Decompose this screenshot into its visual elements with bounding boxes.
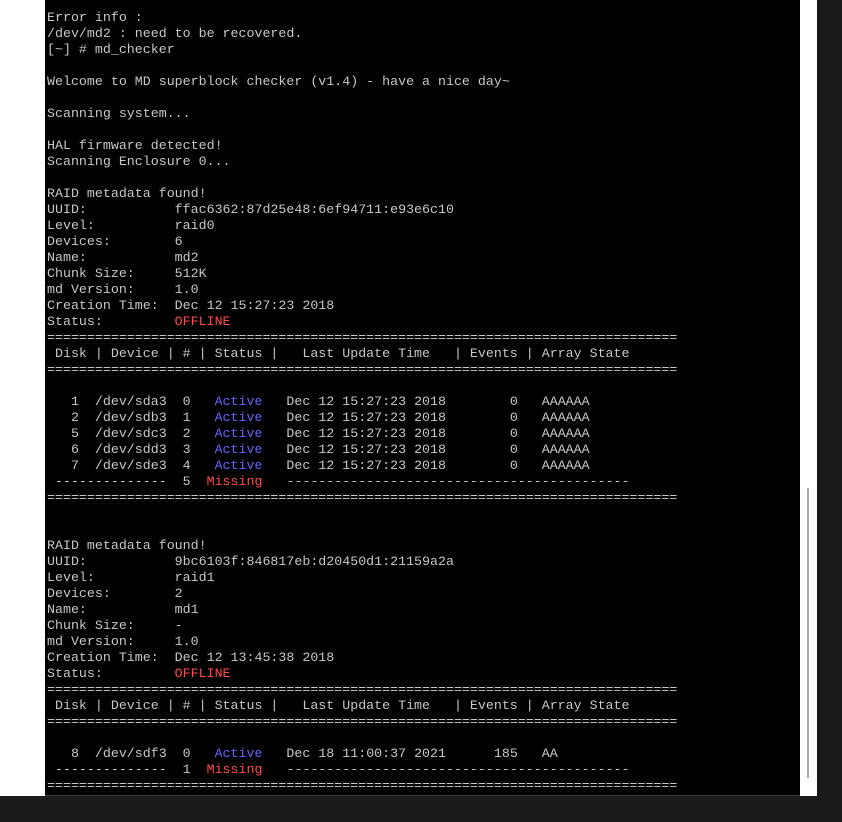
terminal-line: Chunk Size: 512K bbox=[47, 266, 207, 281]
terminal-line: ========================================… bbox=[47, 682, 678, 697]
status-missing: Missing bbox=[206, 762, 263, 777]
terminal-line: Level: raid0 bbox=[47, 218, 215, 233]
terminal-line: ========================================… bbox=[47, 714, 678, 729]
terminal-line: 5 /dev/sdc3 2 Active Dec 12 15:27:23 201… bbox=[47, 426, 590, 441]
terminal-line: Scanning Enclosure 0... bbox=[47, 154, 231, 169]
terminal-line: Disk | Device | # | Status | Last Update… bbox=[47, 698, 630, 713]
terminal-line: UUID: ffac6362:87d25e48:6ef94711:e93e6c1… bbox=[47, 202, 454, 217]
terminal-line: [~] # md_checker bbox=[47, 42, 175, 57]
terminal-line: Welcome to MD superblock checker (v1.4) … bbox=[47, 74, 510, 89]
terminal-line: Level: raid1 bbox=[47, 570, 215, 585]
terminal-line: Creation Time: Dec 12 13:45:38 2018 bbox=[47, 650, 335, 665]
status-active: Active bbox=[214, 746, 263, 761]
terminal-line: -------------- 1 Missing ---------------… bbox=[47, 762, 630, 777]
terminal-line: md Version: 1.0 bbox=[47, 634, 199, 649]
terminal-line: 8 /dev/sdf3 0 Active Dec 18 11:00:37 202… bbox=[47, 746, 558, 761]
terminal-line: Creation Time: Dec 12 15:27:23 2018 bbox=[47, 298, 335, 313]
terminal-line: 2 /dev/sdb3 1 Active Dec 12 15:27:23 201… bbox=[47, 410, 590, 425]
terminal-line: Devices: 6 bbox=[47, 234, 183, 249]
terminal-window: Error info :/dev/md2 : need to be recove… bbox=[0, 0, 817, 796]
terminal-line: Name: md1 bbox=[47, 602, 199, 617]
terminal-line: /dev/md2 : need to be recovered. bbox=[47, 26, 303, 41]
scrollbar-thumb[interactable] bbox=[807, 488, 809, 778]
terminal-line: RAID metadata found! bbox=[47, 186, 207, 201]
terminal-line: RAID metadata found! bbox=[47, 538, 207, 553]
terminal-line: -------------- 5 Missing ---------------… bbox=[47, 474, 630, 489]
terminal-line: 1 /dev/sda3 0 Active Dec 12 15:27:23 201… bbox=[47, 394, 590, 409]
terminal-line: Devices: 2 bbox=[47, 586, 183, 601]
terminal-line: Error info : bbox=[47, 10, 143, 25]
terminal-line: md Version: 1.0 bbox=[47, 282, 199, 297]
terminal-line: 7 /dev/sde3 4 Active Dec 12 15:27:23 201… bbox=[47, 458, 590, 473]
terminal-line: Disk | Device | # | Status | Last Update… bbox=[47, 346, 630, 361]
terminal-line: ========================================… bbox=[47, 330, 678, 345]
status-active: Active bbox=[214, 426, 263, 441]
status-active: Active bbox=[214, 394, 263, 409]
terminal-line: Name: md2 bbox=[47, 250, 199, 265]
terminal-line: ========================================… bbox=[47, 490, 678, 505]
terminal-line: UUID: 9bc6103f:846817eb:d20450d1:21159a2… bbox=[47, 554, 454, 569]
terminal-line: HAL firmware detected! bbox=[47, 138, 223, 153]
terminal-line: ========================================… bbox=[47, 778, 678, 793]
status-missing: Missing bbox=[206, 474, 263, 489]
terminal-bottom-border bbox=[45, 795, 817, 796]
status-offline: OFFLINE bbox=[174, 666, 231, 681]
terminal-line: Chunk Size: - bbox=[47, 618, 183, 633]
terminal-output[interactable]: Error info :/dev/md2 : need to be recove… bbox=[45, 0, 800, 795]
status-offline: OFFLINE bbox=[174, 314, 231, 329]
status-active: Active bbox=[214, 410, 263, 425]
terminal-line: 6 /dev/sdd3 3 Active Dec 12 15:27:23 201… bbox=[47, 442, 590, 457]
terminal-line: Status: OFFLINE bbox=[47, 666, 231, 681]
status-active: Active bbox=[214, 442, 263, 457]
terminal-line: Status: OFFLINE bbox=[47, 314, 231, 329]
terminal-line: Scanning system... bbox=[47, 106, 191, 121]
vertical-scrollbar[interactable] bbox=[800, 0, 817, 796]
terminal-line: ========================================… bbox=[47, 362, 678, 377]
status-active: Active bbox=[214, 458, 263, 473]
